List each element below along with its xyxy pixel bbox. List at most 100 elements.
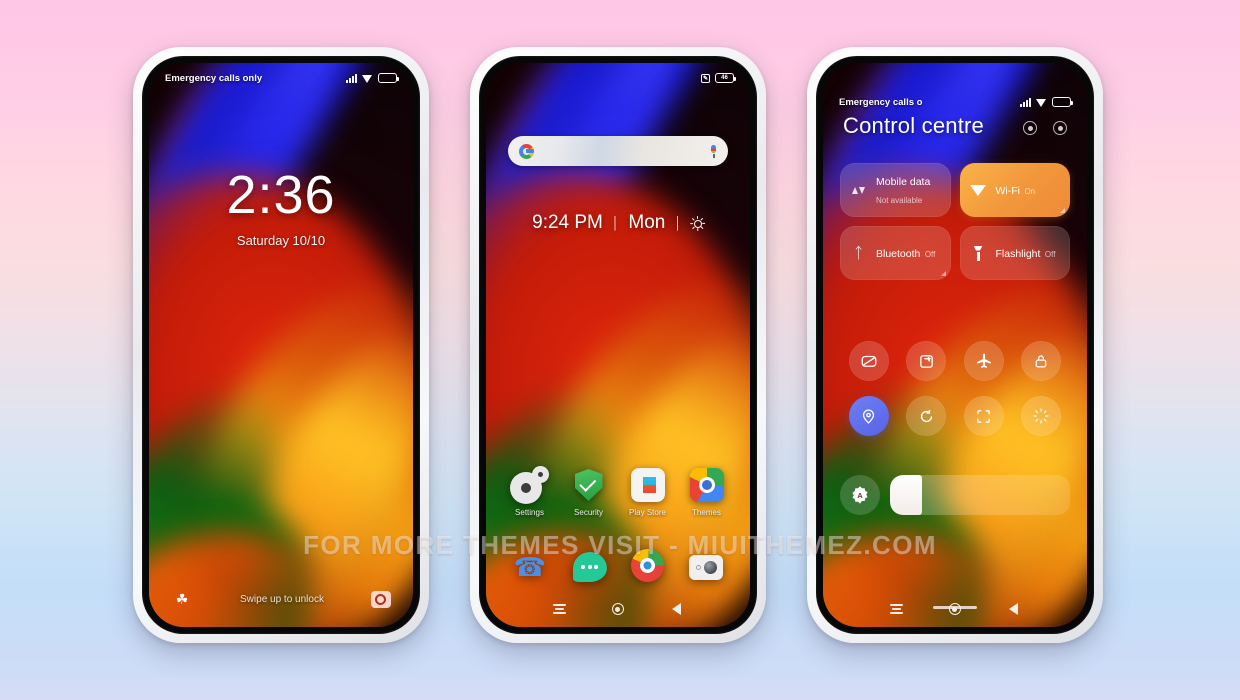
wallpaper	[149, 63, 413, 627]
sunny-weather-icon	[690, 215, 706, 231]
flashlight-icon[interactable]: ☘	[171, 588, 193, 610]
google-search-bar[interactable]	[508, 136, 728, 166]
control-centre-screen[interactable]: Emergency calls o Control centre Mobile …	[823, 63, 1087, 627]
screen-cast-icon[interactable]	[906, 341, 947, 381]
chrome-icon[interactable]	[631, 549, 665, 582]
phone-icon[interactable]: ☎	[512, 549, 548, 585]
clock-separator-1: │	[611, 216, 620, 230]
toggle-grid	[840, 341, 1070, 436]
tile-state: On	[1024, 187, 1036, 196]
phone-bezel: Emergency calls only 2:36 Saturday 10/10…	[142, 56, 420, 634]
back-button[interactable]	[672, 603, 682, 615]
recents-button[interactable]	[549, 601, 569, 617]
lock-screen[interactable]: Emergency calls only 2:36 Saturday 10/10…	[149, 63, 413, 627]
tile-state: Off	[924, 250, 936, 259]
quick-settings-tiles: Mobile data Not available Wi-Fi On ᛏ Blu…	[840, 163, 1070, 280]
tile-label: Flashlight	[995, 248, 1041, 260]
lock-date: Saturday 10/10	[236, 233, 326, 248]
tile-flashlight[interactable]: Flashlight Off	[959, 226, 1070, 280]
settings-target-icon[interactable]	[1023, 121, 1037, 135]
expand-corner-icon[interactable]	[1060, 208, 1065, 213]
phone-lock-screen: Emergency calls only 2:36 Saturday 10/10…	[133, 47, 429, 643]
home-button[interactable]	[611, 603, 624, 615]
auto-rotate-icon[interactable]	[906, 396, 947, 436]
tile-state: Not available	[876, 196, 923, 205]
clock-separator-2: │	[674, 216, 682, 230]
settings-gear-icon	[512, 468, 547, 502]
phone-bezel: Emergency calls o Control centre Mobile …	[816, 56, 1094, 634]
status-bar: Emergency calls o	[823, 87, 1087, 117]
messages-icon[interactable]	[572, 549, 608, 585]
brightness-row: A	[840, 475, 1070, 515]
navigation-bar	[486, 596, 750, 622]
scanner-icon[interactable]	[963, 396, 1004, 436]
flashlight-icon	[969, 244, 988, 263]
lock-clock: 2:36 Saturday 10/10	[149, 168, 413, 248]
screenshot-icon: ✎	[701, 73, 710, 83]
clock-day: Mon	[628, 212, 666, 233]
tile-wifi[interactable]: Wi-Fi On	[959, 163, 1070, 217]
phone-home-screen: ✎ 46 9:24 PM │ Mon │ Settings Security P…	[470, 47, 766, 643]
dock: ☎	[486, 549, 750, 585]
expand-corner-icon[interactable]	[940, 271, 946, 276]
app-security[interactable]: Security	[563, 468, 615, 517]
phone-bezel: ✎ 46 9:24 PM │ Mon │ Settings Security P…	[479, 56, 757, 634]
security-shield-icon	[572, 468, 606, 502]
signal-bars-icon	[346, 73, 357, 83]
app-label: Security	[574, 508, 603, 517]
navigation-bar	[823, 596, 1087, 622]
tile-label: Mobile data	[876, 176, 931, 188]
play-store-icon	[630, 468, 665, 502]
signal-bars-icon	[1020, 97, 1031, 107]
app-themes[interactable]: Themes	[681, 468, 733, 517]
wifi-icon	[1036, 98, 1047, 107]
app-grid: Settings Security Play Store Themes	[486, 468, 750, 517]
tile-label: Wi-Fi	[995, 185, 1021, 197]
battery-level: 46	[721, 75, 728, 81]
lock-rotation-icon[interactable]	[1021, 341, 1062, 381]
tile-mobile-data[interactable]: Mobile data Not available	[840, 163, 951, 217]
clock-time: 9:24 PM	[532, 212, 603, 233]
phone-control-centre: Emergency calls o Control centre Mobile …	[807, 47, 1103, 643]
mobile-data-icon	[849, 181, 868, 200]
battery-icon: 46	[715, 73, 736, 83]
unlock-hint: Swipe up to unlock	[240, 593, 324, 605]
google-logo-icon	[519, 143, 534, 159]
recents-button[interactable]	[886, 601, 906, 617]
app-play-store[interactable]: Play Store	[622, 468, 674, 517]
airplane-mode-icon[interactable]	[963, 341, 1004, 381]
carrier-label: Emergency calls only	[165, 72, 263, 84]
dark-mode-icon[interactable]	[1021, 396, 1062, 436]
battery-icon	[1052, 97, 1073, 107]
app-label: Settings	[515, 508, 544, 517]
lock-time: 2:36	[226, 165, 336, 225]
camera-icon[interactable]	[688, 549, 724, 585]
bluetooth-icon: ᛏ	[853, 244, 863, 262]
tile-state: Off	[1044, 250, 1056, 259]
svg-text:A: A	[857, 491, 863, 500]
home-button[interactable]	[948, 603, 961, 615]
wifi-icon	[362, 74, 373, 83]
app-label: Play Store	[629, 508, 666, 517]
carrier-label: Emergency calls o	[839, 96, 923, 108]
brightness-slider[interactable]	[890, 475, 1070, 515]
silent-mode-icon[interactable]	[848, 341, 889, 381]
battery-icon	[378, 73, 399, 83]
clock-widget[interactable]: 9:24 PM │ Mon │	[486, 212, 750, 234]
control-centre-panel: Control centre Mobile data Not available	[823, 63, 1087, 627]
control-centre-header-icons	[1023, 121, 1067, 135]
auto-brightness-icon[interactable]: A	[840, 475, 880, 515]
lock-bottom-bar: ☘ Swipe up to unlock	[149, 588, 413, 610]
microphone-icon[interactable]	[710, 144, 717, 158]
status-bar: Emergency calls only	[149, 63, 413, 93]
back-button[interactable]	[1009, 603, 1019, 615]
tile-bluetooth[interactable]: ᛏ Bluetooth Off	[840, 226, 951, 280]
app-settings[interactable]: Settings	[504, 468, 556, 517]
power-target-icon[interactable]	[1053, 121, 1067, 135]
status-bar: ✎ 46	[486, 63, 750, 93]
wifi-icon	[969, 181, 988, 200]
home-screen[interactable]: ✎ 46 9:24 PM │ Mon │ Settings Security P…	[486, 63, 750, 627]
location-icon[interactable]	[848, 396, 889, 436]
camera-icon[interactable]	[370, 590, 391, 608]
themes-icon	[689, 468, 724, 502]
